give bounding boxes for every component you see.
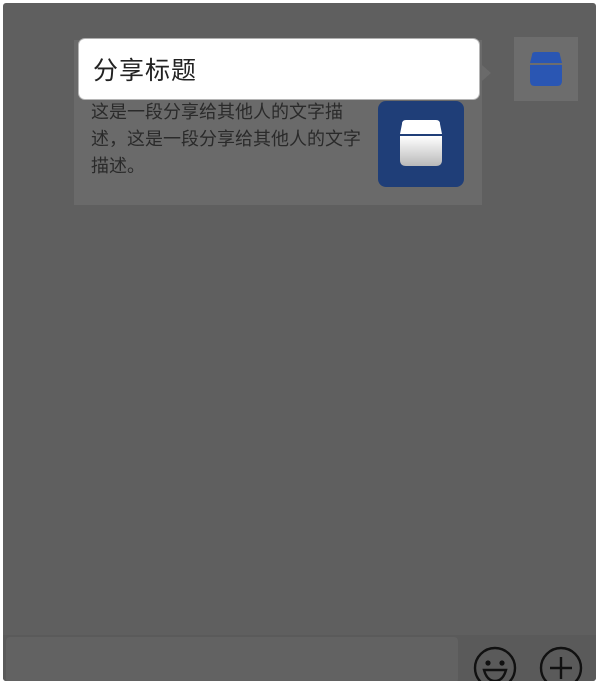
plus-circle-icon [539,646,583,681]
chat-window: 分享标题 这是一段分享给其他人的文字描述，这是一段分享给其他人的文字描述。 [3,3,596,681]
share-card-thumbnail [378,101,464,187]
share-card-title: 分享标题 [93,56,198,85]
share-card-title-highlight[interactable]: 分享标题 [79,39,479,99]
plus-button[interactable] [539,646,583,681]
store-icon [400,120,442,166]
store-icon [526,49,566,89]
share-card-description: 这是一段分享给其他人的文字描述，这是一段分享给其他人的文字描述。 [91,102,361,177]
message-input[interactable] [6,637,458,681]
bubble-tail [482,65,491,81]
smiley-icon [473,646,517,681]
emoji-button[interactable] [473,646,517,681]
sender-avatar[interactable] [514,37,578,101]
